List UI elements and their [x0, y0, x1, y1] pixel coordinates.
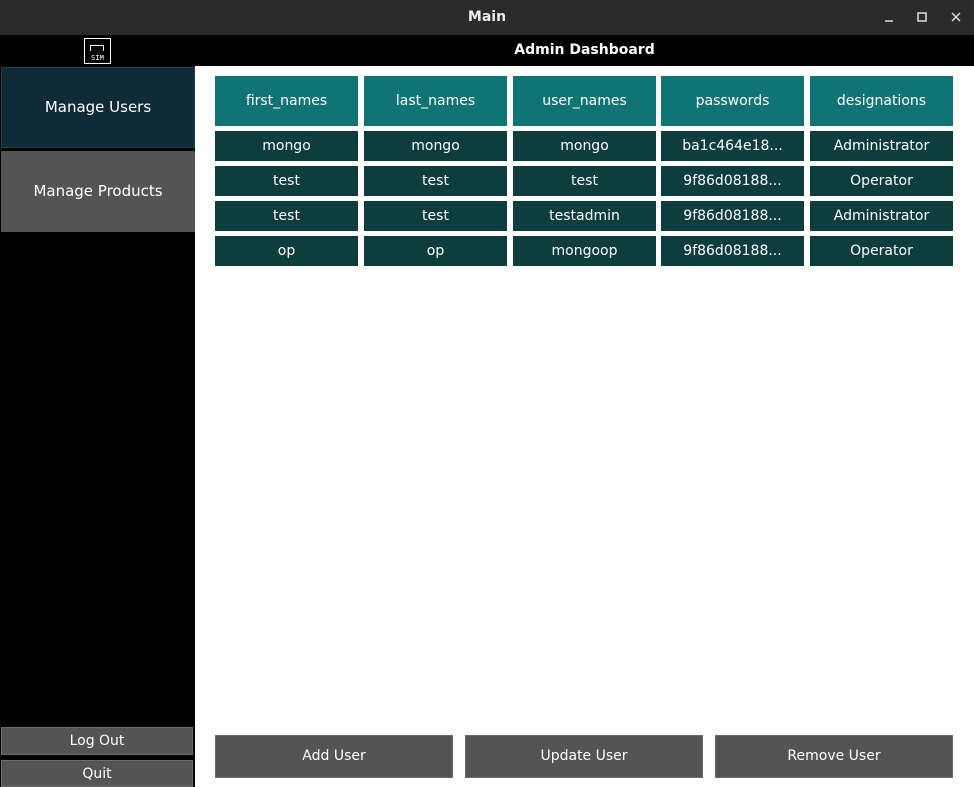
table-cell[interactable]: test — [215, 166, 358, 196]
logo-mark-icon — [90, 45, 104, 51]
quit-button[interactable]: Quit — [1, 760, 193, 787]
table-cell[interactable]: Administrator — [810, 131, 953, 161]
column-header-user-names[interactable]: user_names — [513, 76, 656, 126]
table-cell[interactable]: testadmin — [513, 201, 656, 231]
table-cell[interactable]: mongo — [215, 131, 358, 161]
table-cell[interactable]: test — [364, 201, 507, 231]
sidebar-item-manage-products[interactable]: Manage Products — [1, 151, 195, 232]
table-cell[interactable]: mongo — [364, 131, 507, 161]
column-header-passwords[interactable]: passwords — [661, 76, 804, 126]
table-cell[interactable]: 9f86d08188... — [661, 166, 804, 196]
minimize-icon[interactable] — [874, 0, 904, 35]
sim-logo: SIM — [84, 38, 111, 64]
update-user-button[interactable]: Update User — [465, 735, 703, 778]
sidebar-item-manage-users[interactable]: Manage Users — [1, 67, 195, 148]
logout-button[interactable]: Log Out — [1, 727, 193, 755]
table-cell[interactable]: Administrator — [810, 201, 953, 231]
table-cell[interactable]: op — [364, 236, 507, 266]
title-bar: Main — [0, 0, 974, 35]
add-user-button[interactable]: Add User — [215, 735, 453, 778]
main-content: first_names last_names user_names passwo… — [195, 66, 974, 787]
app-header: SIM Admin Dashboard — [0, 35, 974, 66]
column-header-last-names[interactable]: last_names — [364, 76, 507, 126]
table-cell[interactable]: mongo — [513, 131, 656, 161]
table-cell[interactable]: mongoop — [513, 236, 656, 266]
maximize-icon[interactable] — [907, 0, 937, 35]
table-cell[interactable]: 9f86d08188... — [661, 236, 804, 266]
table-cell[interactable]: Operator — [810, 166, 953, 196]
table-cell[interactable]: test — [513, 166, 656, 196]
main-window: Main SIM Admin Dashboard Manage Users Ma… — [0, 0, 974, 787]
table-cell[interactable]: Operator — [810, 236, 953, 266]
close-icon[interactable] — [941, 0, 971, 35]
table-cell[interactable]: op — [215, 236, 358, 266]
remove-user-button[interactable]: Remove User — [715, 735, 953, 778]
sidebar: Manage Users Manage Products Log Out Qui… — [0, 66, 195, 787]
table-cell[interactable]: 9f86d08188... — [661, 201, 804, 231]
table-cell[interactable]: ba1c464e18... — [661, 131, 804, 161]
window-title: Main — [467, 9, 507, 25]
table-cell[interactable]: test — [364, 166, 507, 196]
logo-text: SIM — [91, 54, 104, 62]
column-header-first-names[interactable]: first_names — [215, 76, 358, 126]
column-header-designations[interactable]: designations — [810, 76, 953, 126]
table-cell[interactable]: test — [215, 201, 358, 231]
page-title: Admin Dashboard — [514, 42, 655, 58]
